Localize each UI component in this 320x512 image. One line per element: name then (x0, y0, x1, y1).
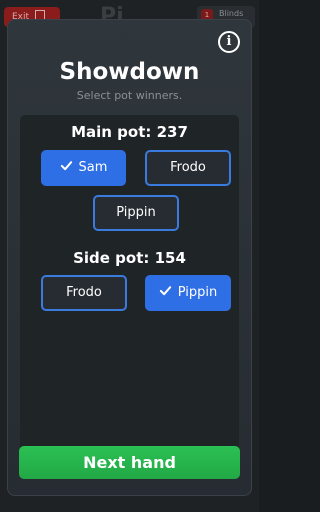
blinds-label: Blinds (219, 9, 244, 18)
main-pot-player-sam[interactable]: Sam (41, 150, 126, 186)
player-name: Pippin (116, 205, 156, 220)
side-pot-player-pippin[interactable]: Pippin (145, 275, 231, 311)
player-name: Pippin (177, 285, 218, 300)
check-icon (60, 161, 72, 171)
modal-title: Showdown (59, 59, 200, 85)
side-pot-player-frodo[interactable]: Frodo (41, 275, 127, 311)
next-hand-button[interactable]: Next hand (19, 446, 240, 479)
player-name: Frodo (66, 285, 102, 300)
player-name: Frodo (170, 160, 206, 175)
side-pot-heading: Side pot: 154 (73, 249, 186, 267)
pots-panel: Main pot: 237 Sam Frodo Pippin Side pot:… (20, 115, 239, 455)
app-root: Exit Pi 1 Blinds i Showdown Select pot w… (0, 0, 259, 512)
main-pot-player-frodo[interactable]: Frodo (145, 150, 231, 186)
info-icon[interactable]: i (218, 31, 240, 53)
showdown-modal: i Showdown Select pot winners. Main pot:… (7, 19, 252, 496)
modal-subtitle: Select pot winners. (76, 89, 183, 102)
main-pot-player-pippin[interactable]: Pippin (93, 195, 179, 231)
check-icon (159, 286, 171, 296)
player-name: Sam (78, 160, 108, 175)
main-pot-heading: Main pot: 237 (71, 123, 188, 141)
